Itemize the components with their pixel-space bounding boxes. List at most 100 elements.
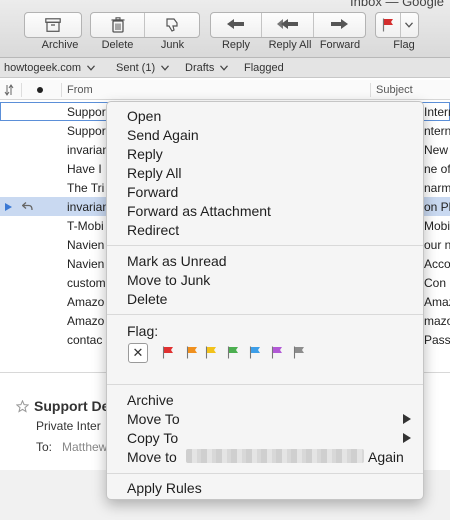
menu-item-move-junk[interactable]: Move to Junk <box>127 272 210 288</box>
message-subject: Con <box>424 276 447 290</box>
reply-all-arrow-icon <box>276 19 298 29</box>
submenu-arrow-icon <box>403 414 411 424</box>
menu-separator <box>107 314 423 315</box>
preview-to-label: To: <box>36 440 53 454</box>
toolbar: Inbox — Google Archive Delete Junk Reply… <box>0 0 450 58</box>
menu-item-delete[interactable]: Delete <box>127 291 167 307</box>
menu-item-reply-all[interactable]: Reply All <box>127 165 181 181</box>
menu-item-move-again-suffix[interactable]: Again <box>368 449 404 465</box>
favorite-flagged[interactable]: Flagged <box>244 62 284 74</box>
thumbs-down-icon <box>166 18 178 32</box>
favorite-sent[interactable]: Sent (1) <box>116 62 170 74</box>
menu-item-archive[interactable]: Archive <box>127 392 174 408</box>
column-subject[interactable]: Subject <box>376 84 413 96</box>
chevron-down-icon <box>87 65 96 71</box>
junk-label: Junk <box>160 39 185 51</box>
menu-item-mark-unread[interactable]: Mark as Unread <box>127 253 227 269</box>
menu-separator <box>107 384 423 385</box>
context-menu: Open Send Again Reply Reply All Forward … <box>106 101 424 500</box>
favorite-drafts[interactable]: Drafts <box>185 62 229 74</box>
submenu-arrow-icon <box>403 433 411 443</box>
reply-all-label: Reply All <box>268 39 312 51</box>
menu-item-copy-to[interactable]: Copy To <box>127 430 178 446</box>
message-subject: our n <box>424 238 450 252</box>
message-subject: narma <box>424 181 450 195</box>
message-subject: mazon <box>424 314 450 328</box>
message-subject: nterni <box>424 124 450 138</box>
archive-button[interactable] <box>25 13 81 37</box>
flag-gray-icon[interactable] <box>293 346 305 359</box>
reply-all-button[interactable] <box>262 13 314 37</box>
forward-button[interactable] <box>314 13 365 37</box>
column-separator <box>370 83 371 97</box>
column-separator <box>61 83 62 97</box>
flag-icon <box>382 18 393 32</box>
preview-to-value[interactable]: Matthew <box>62 440 107 454</box>
forward-label: Forward <box>319 39 361 51</box>
favorite-flagged-label: Flagged <box>244 62 284 74</box>
menu-item-send-again[interactable]: Send Again <box>127 127 199 143</box>
message-subject: Mobile <box>424 219 450 233</box>
window-title: Inbox — Google <box>350 0 444 9</box>
flag-purple-icon[interactable] <box>271 346 283 359</box>
chevron-down-icon <box>220 65 229 71</box>
star-icon[interactable] <box>16 400 29 413</box>
message-subject: Accou <box>424 257 450 271</box>
archive-group <box>24 12 82 38</box>
menu-item-redirect[interactable]: Redirect <box>127 222 179 238</box>
flag-label: Flag <box>393 39 415 51</box>
archive-label: Archive <box>41 39 79 51</box>
message-subject: Pass <box>424 333 450 347</box>
menu-item-open[interactable]: Open <box>127 108 161 124</box>
thread-sort-icon[interactable] <box>4 84 14 96</box>
flag-menu-button[interactable] <box>401 13 418 37</box>
redacted-mailbox-name <box>186 449 364 463</box>
menu-item-apply-rules[interactable]: Apply Rules <box>127 480 202 496</box>
unread-dot-icon[interactable] <box>36 86 44 94</box>
flag-clear-button[interactable]: ✕ <box>128 343 148 363</box>
favorite-sent-label: Sent (1) <box>116 62 156 74</box>
column-from[interactable]: From <box>67 84 93 96</box>
message-subject: Amazo <box>424 295 450 309</box>
favorite-drafts-label: Drafts <box>185 62 215 74</box>
reply-group <box>210 12 366 38</box>
chevron-down-icon <box>405 22 414 28</box>
delete-button[interactable] <box>91 13 146 37</box>
preview-subject: Private Inter <box>36 419 101 433</box>
message-list-header: From Subject <box>0 80 450 100</box>
flag-green-icon[interactable] <box>227 346 239 359</box>
menu-flag-label: Flag: <box>127 323 159 339</box>
replied-icon <box>22 202 33 211</box>
message-subject: on Pl <box>424 200 450 214</box>
flag-blue-icon[interactable] <box>249 346 261 359</box>
flag-group <box>375 12 419 38</box>
junk-button[interactable] <box>145 13 199 37</box>
preview-sender: Support De <box>34 398 110 414</box>
flag-orange-icon[interactable] <box>186 346 198 359</box>
menu-item-move-to[interactable]: Move To <box>127 411 180 427</box>
flag-button[interactable] <box>376 13 401 37</box>
menu-separator <box>107 245 423 246</box>
message-subject: Intern <box>424 105 450 119</box>
column-separator <box>21 83 22 97</box>
reply-button[interactable] <box>211 13 263 37</box>
menu-item-forward-attachment[interactable]: Forward as Attachment <box>127 203 271 219</box>
favorite-account[interactable]: howtogeek.com <box>4 62 96 74</box>
delete-label: Delete <box>101 39 134 51</box>
menu-item-forward[interactable]: Forward <box>127 184 178 200</box>
forward-arrow-icon <box>331 19 349 29</box>
chevron-down-icon <box>161 65 170 71</box>
flag-red-icon[interactable] <box>162 346 174 359</box>
trash-icon <box>111 17 124 33</box>
disclosure-triangle-icon[interactable] <box>5 203 13 211</box>
favorite-account-label: howtogeek.com <box>4 62 82 74</box>
flag-yellow-icon[interactable] <box>205 346 217 359</box>
message-subject: ne of <box>424 162 450 176</box>
favorites-bar: howtogeek.com Sent (1) Drafts Flagged <box>0 58 450 78</box>
reply-arrow-icon <box>227 19 245 29</box>
menu-separator <box>107 473 423 474</box>
menu-item-move-again-prefix[interactable]: Move to <box>127 449 177 465</box>
message-subject: New T <box>424 143 450 157</box>
menu-item-reply[interactable]: Reply <box>127 146 163 162</box>
reply-label: Reply <box>221 39 251 51</box>
